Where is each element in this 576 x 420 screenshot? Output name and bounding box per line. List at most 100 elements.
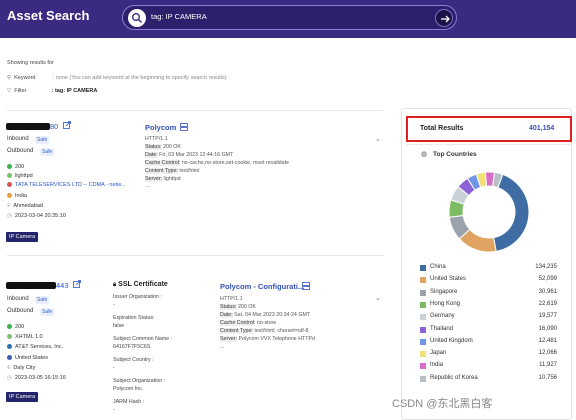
divider: [406, 144, 572, 145]
country-count: 12,066: [538, 350, 557, 357]
country-row[interactable]: China 134,235: [420, 263, 557, 274]
ip-address-redacted: [6, 123, 50, 130]
http-status: Status: 200 OK: [145, 144, 181, 150]
city: ⌾ Ahmedabad: [7, 203, 43, 209]
country-row[interactable]: Republic of Korea 10,756: [420, 374, 557, 385]
legend-swatch: [420, 363, 426, 370]
http-server: Server: lighttpd: [145, 176, 181, 182]
total-results-label: Total Results: [420, 125, 464, 132]
external-link-icon[interactable]: [63, 121, 71, 129]
ssl-field-label: Subject Common Name :: [113, 336, 173, 342]
country-name: Singapore: [430, 288, 458, 295]
ssl-field-value: Polycom Inc.: [113, 386, 144, 392]
http-version: HTTP/1.1: [145, 136, 168, 142]
more-ellipsis[interactable]: ...: [220, 344, 224, 350]
ssl-field-value: 64167F7F5C6S: [113, 344, 151, 350]
legend-swatch: [420, 314, 426, 321]
http-content-type: Content Type: text/html: [145, 168, 200, 174]
country-name: Republic of Korea: [430, 374, 478, 381]
legend-swatch: [420, 375, 426, 382]
country-name: Japan: [430, 350, 447, 357]
service-title[interactable]: Polycom - Configurati...: [220, 282, 304, 291]
ip-camera-tag[interactable]: IP Camera: [6, 232, 39, 242]
ssl-field-value: -: [113, 407, 115, 413]
top-countries-title: Top Countries: [433, 151, 477, 158]
country-name: United States: [430, 276, 467, 283]
inbound-badge: Safe: [35, 296, 50, 304]
country-row[interactable]: Thailand 16,090: [420, 325, 557, 336]
country-row[interactable]: Hong Kong 22,619: [420, 300, 557, 311]
ssl-field-label: Subject Country :: [113, 357, 154, 363]
divider: [7, 255, 383, 256]
server-name: lighttpd: [7, 173, 33, 179]
ip-camera-tag[interactable]: IP Camera: [6, 392, 39, 402]
more-ellipsis[interactable]: ...: [145, 183, 149, 189]
top-bar: Asset Search tag: IP CAMERA: [0, 0, 576, 38]
http-cache-control: Cache Control: no-store: [220, 320, 277, 326]
ip-address-redacted: [6, 282, 56, 289]
ip-port-link[interactable]: 80: [50, 122, 58, 131]
keyword-row: ⚲ Keyword : none (You can add keyword at…: [7, 75, 227, 81]
status-code: 200: [7, 164, 24, 170]
country-row[interactable]: Japan 12,066: [420, 349, 557, 360]
country-count: 52,099: [538, 276, 557, 283]
http-date: Date: Fri, 03 Mar 2023 12:44:16 GMT: [145, 152, 234, 158]
http-status: Status: 200 OK: [220, 304, 256, 310]
lock-icon: 🔒︎: [113, 282, 117, 288]
isp-icon: [7, 182, 12, 188]
country-name: Hong Kong: [430, 300, 461, 307]
search-input[interactable]: tag: IP CAMERA: [151, 12, 207, 21]
http-content-type: Content Type: text/html; charset=utf-8: [220, 328, 309, 334]
total-results-value: 401,154: [529, 125, 555, 132]
ssl-field-label: Expiration Status:: [113, 315, 155, 321]
http-version: HTTP/1.1: [220, 296, 243, 302]
country-row[interactable]: India 11,927: [420, 361, 557, 372]
outbound-badge: Safe: [40, 148, 55, 156]
country: India: [7, 193, 27, 199]
keyword-value: : none: [52, 75, 68, 81]
watermark-text: CSDN @东北黑白客: [392, 398, 493, 410]
top-countries-donut-chart: [448, 171, 530, 253]
isp-link[interactable]: TATA TELESERVICES LTD -- CDMA - netw...: [7, 182, 125, 188]
country-count: 30,961: [538, 288, 557, 295]
chevron-down-icon[interactable]: ⌄: [375, 135, 381, 143]
ssl-title: 🔒︎ SSL Certificate: [113, 281, 168, 288]
isp-name[interactable]: AT&T Services, Inc.: [7, 344, 63, 350]
service-title[interactable]: Polycom: [145, 123, 176, 132]
inbound-label: Inbound: [7, 136, 29, 142]
country-row[interactable]: United Kingdom 12,481: [420, 337, 557, 348]
search-submit-button[interactable]: [435, 9, 453, 27]
server-stack-icon: [180, 123, 188, 131]
us-flag-icon: [7, 355, 12, 361]
country-name: United Kingdom: [430, 337, 473, 344]
location-pin-icon: ⌾: [7, 203, 11, 209]
ssl-field-label: Issuer Organization :: [113, 294, 162, 300]
http-server: Server: Polycom VVX Telephone HTTPd: [220, 336, 315, 342]
legend-swatch: [420, 265, 426, 271]
chevron-down-icon[interactable]: ⌄: [375, 294, 381, 302]
inbound-label: Inbound: [7, 296, 29, 302]
external-link-icon[interactable]: [73, 280, 81, 288]
server-icon: [7, 173, 12, 179]
ip-port-link[interactable]: 443: [56, 281, 69, 290]
country-count: 12,481: [538, 337, 557, 344]
outbound-label: Outbound: [7, 148, 34, 154]
search-icon: [128, 9, 146, 27]
scan-time: ◷ 2023-03-05 16:15:16: [7, 375, 66, 381]
country-count: 19,577: [538, 313, 557, 320]
country-name: India: [430, 362, 444, 369]
filter-row: ▽ Filter : tag: IP CAMERA: [7, 88, 97, 94]
filter-icon: ▽: [7, 88, 12, 94]
clock-icon: ◷: [7, 213, 12, 219]
arrow-right-icon: [441, 15, 450, 23]
country-row[interactable]: United States 52,099: [420, 275, 557, 286]
location-pin-icon: ⌾: [7, 365, 11, 371]
legend-swatch: [420, 338, 426, 345]
country-row[interactable]: Germany 19,577: [420, 312, 557, 323]
search-box[interactable]: tag: IP CAMERA: [122, 5, 457, 30]
legend-swatch: [420, 301, 426, 308]
country-row[interactable]: Singapore 30,961: [420, 288, 557, 299]
server-icon: [7, 334, 12, 340]
country-name: Germany: [430, 313, 455, 320]
server-stack-icon: [302, 282, 310, 290]
